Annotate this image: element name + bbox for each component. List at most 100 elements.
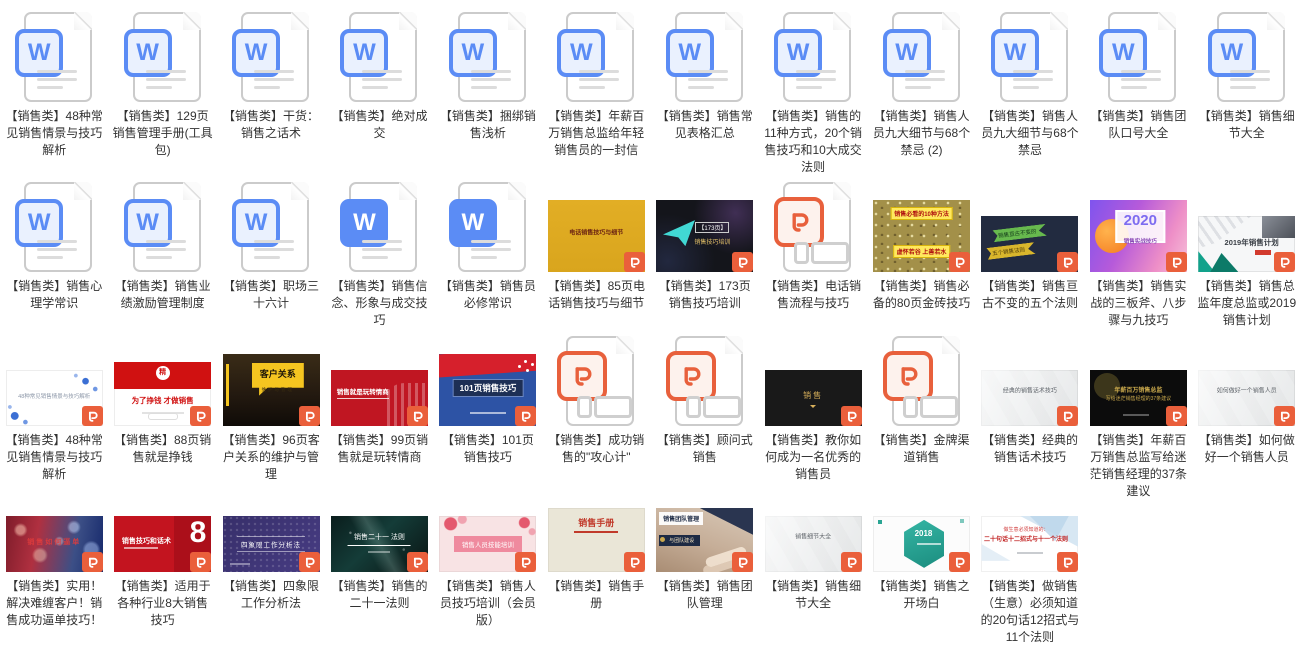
thumbnail-text: 为了挣钱 才做销售 (131, 396, 194, 406)
file-label: 【销售类】做销售（生意）必须知道的20句话12招式与11个法则 (980, 579, 1080, 644)
word-doc-icon: W (232, 182, 310, 272)
word-doc-icon: W (123, 12, 201, 102)
file-item[interactable]: 【销售类】金牌渠道销售 (867, 334, 975, 500)
thumbnail-text: 销售就是玩转情商 (336, 386, 389, 399)
file-item[interactable]: 销售手册 【销售类】销售手册 (542, 498, 650, 648)
ppt-thumbnail: 2018 (873, 516, 971, 572)
page-fold-corner (507, 12, 526, 30)
file-item[interactable]: 2018 【销售类】销售之开场白 (867, 498, 975, 648)
file-item[interactable]: W 【销售类】年薪百万销售总监给年轻销售员的一封信 (542, 6, 650, 176)
thumbnail-text: 8 (189, 516, 207, 550)
file-item[interactable]: W 【销售类】干货：销售之话术 (217, 6, 325, 176)
ppt-thumbnail: 销售 (764, 370, 862, 426)
file-media: W (1193, 6, 1301, 102)
file-item[interactable]: W 【销售类】销售心理学常识 (0, 176, 108, 334)
file-media: 48种常见销售情景与技巧解析 (0, 334, 108, 426)
file-item[interactable]: W 【销售类】销售信念、形象与成交技巧 (325, 176, 433, 334)
thumbnail-decoration (981, 544, 1011, 561)
file-item[interactable]: W 【销售类】绝对成交 (325, 6, 433, 176)
doc-text-line (145, 248, 186, 251)
doc-text-line (145, 78, 186, 81)
file-item[interactable]: W 【销售类】销售业绩激励管理制度 (108, 176, 216, 334)
doc-text-line (37, 86, 64, 89)
file-item[interactable]: W 【销售类】销售人员九大细节与68个禁忌 (2) (867, 6, 975, 176)
word-doc-icon: W (1099, 12, 1177, 102)
file-item[interactable]: 销售必看的10种方法 虚怀若谷 上善若水 【销售类】销售必备的80页金砖技巧 (867, 176, 975, 334)
doc-text-line (1121, 78, 1162, 81)
doc-text-line (1229, 78, 1270, 81)
thumbnail-decoration (147, 413, 178, 421)
ppt-thumbnail: 销售细节大全 (764, 516, 862, 572)
ppt-thumbnail: 客户关系 维护与管理 (222, 354, 320, 426)
ppt-thumbnail: 2020 销售实战技巧 (1089, 200, 1187, 272)
file-label: 【销售类】年薪百万销售总监写给迷茫销售经理的37条建议 (1089, 433, 1188, 498)
doc-text-line (37, 240, 78, 243)
file-media: W (434, 176, 542, 272)
file-item[interactable]: W 【销售类】销售细节大全 (1193, 6, 1301, 176)
file-item[interactable]: 销售细节大全 【销售类】销售细节大全 (759, 498, 867, 648)
file-item[interactable]: 【销售类】顾问式销售 (650, 334, 758, 500)
file-item[interactable]: 销售 【销售类】教你如何成为一名优秀的销售员 (759, 334, 867, 500)
file-label: 【销售类】85页电话销售技巧与细节 (547, 279, 645, 310)
file-item[interactable]: 经典的销售话术技巧 【销售类】经典的销售话术技巧 (976, 334, 1084, 500)
slide-placeholder (794, 242, 810, 264)
doc-text-line (796, 78, 837, 81)
thumbnail-decoration (1016, 551, 1043, 554)
slide-placeholder (577, 396, 593, 418)
file-grid: W 【销售类】48种常见销售情景与技巧解析 W 【销售类】129页销售管理手册(工具包… (0, 6, 1301, 648)
file-item[interactable]: W 【销售类】销售人员九大细节与68个禁忌 (976, 6, 1084, 176)
ppt-badge-icon (1165, 406, 1187, 426)
file-item[interactable]: 销售技巧和话术 8 【销售类】适用于各种行业8大销售技巧 (108, 498, 216, 648)
file-media: 精为了挣钱 才做销售 (108, 334, 216, 426)
file-item[interactable]: 48种常见销售情景与技巧解析 【销售类】48种常见销售情景与技巧解析 (0, 334, 108, 500)
file-item[interactable]: W 【销售类】捆绑销售浅析 (434, 6, 542, 176)
thumbnail-decoration (225, 364, 229, 406)
file-label: 【销售类】销售人员技巧培训（会员版） (439, 579, 536, 627)
file-item[interactable]: 销售团队管理 与团队建设 【销售类】销售团队管理 (650, 498, 758, 648)
file-media: W (759, 6, 867, 102)
file-label: 【销售类】销售的11种方式，20个销售技巧和10大成交法则 (764, 109, 863, 174)
file-item[interactable]: W 【销售类】48种常见销售情景与技巧解析 (0, 6, 108, 176)
file-item[interactable]: W 【销售类】销售的11种方式，20个销售技巧和10大成交法则 (759, 6, 867, 176)
file-label: 【销售类】销售亘古不变的五个法则 (981, 279, 1078, 310)
file-item[interactable]: 销售亘古不变的 五个销售法则 【销售类】销售亘古不变的五个法则 (976, 176, 1084, 334)
file-item[interactable]: 销售二十一 法则 【销售类】销售的二十一法则 (325, 498, 433, 648)
file-item[interactable]: 【销售类】电话销售流程与技巧 (759, 176, 867, 334)
ppt-thumbnail: 销售人员技能培训 (439, 516, 537, 572)
file-media: 年薪百万销售总监 写给迷茫销售经理的37条建议 (1084, 334, 1192, 426)
file-item[interactable]: 2020 销售实战技巧 【销售类】销售实战的三板斧、八步骤与九技巧 (1084, 176, 1192, 334)
thumbnail-decoration (660, 536, 666, 542)
file-item[interactable]: W 【销售类】129页销售管理手册(工具包) (108, 6, 216, 176)
file-item[interactable]: 销售如何逼单 【销售类】实用！解决难缠客户！销售成功逼单技巧！ (0, 498, 108, 648)
page-fold-corner (1049, 12, 1068, 30)
file-item[interactable]: 【173页】 销售技巧培训 【销售类】173页销售技巧培训 (650, 176, 758, 334)
file-item[interactable]: 电话销售技巧与细节 【销售类】85页电话销售技巧与细节 (542, 176, 650, 334)
file-grid-row: W 【销售类】销售心理学常识 W 【销售类】销售业绩激励管理制度 W 【销售类】职场三十六… (0, 176, 1301, 334)
file-label: 【销售类】适用于各种行业8大销售技巧 (114, 579, 211, 627)
slide-placeholder (702, 396, 741, 418)
file-item[interactable]: 做生意必须知道的： 二十句话十二招式与十一个法则 【销售类】做销售（生意）必须知道的… (976, 498, 1084, 648)
file-item[interactable]: W 【销售类】销售常见表格汇总 (650, 6, 758, 176)
file-label: 【销售类】绝对成交 (331, 109, 428, 140)
file-item[interactable]: 如何做好一个销售人员 【销售类】如何做好一个销售人员 (1193, 334, 1301, 500)
file-item[interactable]: 精为了挣钱 才做销售 【销售类】88页销售就是挣钱 (108, 334, 216, 500)
thumbnail-decoration (877, 520, 882, 525)
file-label: 【销售类】销售团队管理 (656, 579, 753, 610)
file-item[interactable]: 101页销售技巧 【销售类】101页销售技巧 (434, 334, 542, 500)
file-item[interactable]: 【销售类】成功销售的"攻心计" (542, 334, 650, 500)
file-item[interactable]: 四象限工作分析法 【销售类】四象限工作分析法 (217, 498, 325, 648)
doc-text-line (470, 78, 511, 81)
thumbnail-decoration (368, 550, 391, 553)
file-item[interactable]: 年薪百万销售总监 写给迷茫销售经理的37条建议【销售类】年薪百万销售总监写给迷茫销… (1084, 334, 1192, 500)
file-item[interactable]: 2019年销售计划 【销售类】销售总监年度总监或2019销售计划 (1193, 176, 1301, 334)
ppt-badge-icon (1057, 252, 1079, 272)
doc-text-line (37, 256, 64, 259)
file-media: 2020 销售实战技巧 (1084, 176, 1192, 272)
file-item[interactable]: 销售人员技能培训【销售类】销售人员技巧培训（会员版） (434, 498, 542, 648)
file-item[interactable]: W 【销售类】销售员必修常识 (434, 176, 542, 334)
file-item[interactable]: 销售就是玩转情商 【销售类】99页销售就是玩转情商 (325, 334, 433, 500)
doc-text-line (37, 248, 78, 251)
file-item[interactable]: W 【销售类】销售团队口号大全 (1084, 6, 1192, 176)
file-item[interactable]: 客户关系 维护与管理 【销售类】96页客户关系的维护与管理 (217, 334, 325, 500)
file-item[interactable]: W 【销售类】职场三十六计 (217, 176, 325, 334)
